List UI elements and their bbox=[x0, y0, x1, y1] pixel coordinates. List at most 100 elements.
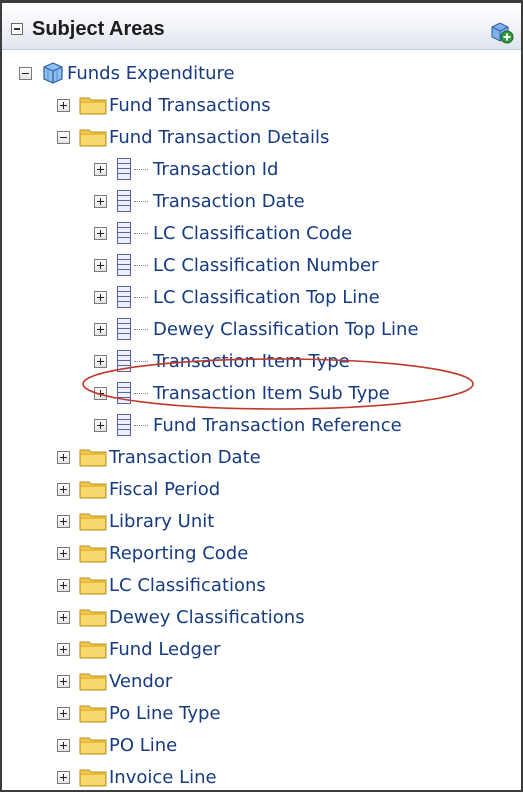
folder-icon bbox=[79, 97, 107, 115]
tree-item-label: Reporting Code bbox=[109, 542, 249, 564]
tree-connector bbox=[134, 264, 148, 266]
expand-toggle-icon[interactable] bbox=[94, 194, 107, 208]
expand-toggle-icon[interactable] bbox=[94, 322, 107, 336]
tree-folder[interactable]: Invoice Line bbox=[57, 762, 217, 792]
folder-icon bbox=[79, 641, 107, 659]
column-icon bbox=[117, 158, 131, 180]
tree-column[interactable]: Dewey Classification Top Line bbox=[94, 314, 419, 344]
column-icon bbox=[117, 382, 131, 404]
tree-item-label: Po Line Type bbox=[109, 702, 221, 724]
tree-column[interactable]: LC Classification Top Line bbox=[94, 282, 380, 312]
tree-connector bbox=[134, 168, 148, 170]
panel-title: Subject Areas bbox=[32, 18, 165, 40]
tree-item-label: Invoice Line bbox=[109, 766, 217, 788]
folder-icon bbox=[79, 129, 107, 147]
tree-folder[interactable]: Reporting Code bbox=[57, 538, 248, 568]
folder-icon bbox=[79, 513, 107, 531]
tree-folder[interactable]: PO Line bbox=[57, 730, 177, 760]
column-icon bbox=[117, 318, 131, 340]
column-icon bbox=[117, 350, 131, 372]
column-icon bbox=[117, 414, 131, 436]
expand-toggle-icon[interactable] bbox=[57, 514, 70, 528]
subject-areas-panel: Subject Areas Funds Expenditure Fund Tran… bbox=[0, 0, 523, 792]
tree-item-label: Fund Transaction Reference bbox=[153, 414, 402, 436]
tree-connector bbox=[134, 328, 148, 330]
expand-toggle-icon[interactable] bbox=[94, 418, 107, 432]
column-icon bbox=[117, 190, 131, 212]
tree-folder[interactable]: Fund Transaction Details bbox=[57, 122, 329, 152]
column-icon bbox=[117, 254, 131, 276]
expand-toggle-icon[interactable] bbox=[57, 706, 70, 720]
folder-icon bbox=[79, 705, 107, 723]
tree-folder[interactable]: Po Line Type bbox=[57, 698, 221, 728]
expand-toggle-icon[interactable] bbox=[57, 642, 70, 656]
tree-folder[interactable]: Library Unit bbox=[57, 506, 214, 536]
tree-folder[interactable]: LC Classifications bbox=[57, 570, 266, 600]
tree-item-label: LC Classification Top Line bbox=[153, 286, 380, 308]
expand-toggle-icon[interactable] bbox=[94, 290, 107, 304]
tree-item-label: Library Unit bbox=[109, 510, 215, 532]
tree-folder[interactable]: Transaction Date bbox=[57, 442, 261, 472]
tree-item-label: Transaction Date bbox=[109, 446, 261, 468]
tree-item-label: Fund Transaction Details bbox=[109, 126, 330, 148]
expand-toggle-icon[interactable] bbox=[57, 610, 70, 624]
expand-toggle-icon[interactable] bbox=[57, 578, 70, 592]
expand-toggle-icon[interactable] bbox=[57, 770, 70, 784]
tree-folder[interactable]: Fiscal Period bbox=[57, 474, 220, 504]
tree-column[interactable]: Transaction Item Type bbox=[94, 346, 350, 376]
tree-connector bbox=[134, 392, 148, 394]
expand-toggle-icon[interactable] bbox=[94, 386, 107, 400]
tree-column[interactable]: LC Classification Code bbox=[94, 218, 352, 248]
tree-column[interactable]: Transaction Date bbox=[94, 186, 305, 216]
folder-icon bbox=[79, 673, 107, 691]
cube-icon bbox=[43, 62, 63, 84]
tree-connector bbox=[134, 424, 148, 426]
collapse-toggle-icon[interactable] bbox=[57, 130, 70, 144]
tree-item-label: Transaction Id bbox=[153, 158, 279, 180]
column-icon bbox=[117, 286, 131, 308]
folder-icon bbox=[79, 769, 107, 787]
tree-folder[interactable]: Fund Transactions bbox=[57, 90, 271, 120]
tree-column[interactable]: Fund Transaction Reference bbox=[94, 410, 402, 440]
tree-item-label: Dewey Classifications bbox=[109, 606, 305, 628]
expand-toggle-icon[interactable] bbox=[57, 738, 70, 752]
tree-item-label: Funds Expenditure bbox=[67, 62, 235, 84]
expand-toggle-icon[interactable] bbox=[57, 674, 70, 688]
folder-icon bbox=[79, 481, 107, 499]
folder-icon bbox=[79, 545, 107, 563]
tree-item-label: LC Classifications bbox=[109, 574, 266, 596]
tree-item-label: LC Classification Code bbox=[153, 222, 353, 244]
tree-item-label: Fund Transactions bbox=[109, 94, 271, 116]
tree-connector bbox=[134, 296, 148, 298]
tree-root-funds-expenditure[interactable]: Funds Expenditure bbox=[19, 58, 235, 88]
tree-item-label: Transaction Item Type bbox=[153, 350, 350, 372]
tree-folder[interactable]: Fund Ledger bbox=[57, 634, 220, 664]
expand-toggle-icon[interactable] bbox=[94, 226, 107, 240]
expand-toggle-icon[interactable] bbox=[94, 162, 107, 176]
tree-column[interactable]: Transaction Id bbox=[94, 154, 278, 184]
panel-collapse-icon[interactable] bbox=[11, 23, 23, 35]
expand-toggle-icon[interactable] bbox=[57, 546, 70, 560]
expand-toggle-icon[interactable] bbox=[57, 98, 70, 112]
add-subject-area-icon[interactable] bbox=[488, 20, 514, 44]
tree-folder[interactable]: Dewey Classifications bbox=[57, 602, 305, 632]
expand-toggle-icon[interactable] bbox=[94, 354, 107, 368]
tree-connector bbox=[134, 360, 148, 362]
tree-folder[interactable]: Vendor bbox=[57, 666, 172, 696]
tree-item-label: PO Line bbox=[109, 734, 178, 756]
tree-item-label: LC Classification Number bbox=[153, 254, 379, 276]
tree-item-label: Dewey Classification Top Line bbox=[153, 318, 419, 340]
folder-icon bbox=[79, 737, 107, 755]
tree-item-label: Vendor bbox=[109, 670, 173, 692]
tree-column[interactable]: Transaction Item Sub Type bbox=[94, 378, 390, 408]
tree-column[interactable]: LC Classification Number bbox=[94, 250, 378, 280]
tree-item-label: Fiscal Period bbox=[109, 478, 221, 500]
tree-item-label: Fund Ledger bbox=[109, 638, 221, 660]
tree-item-label: Transaction Date bbox=[153, 190, 305, 212]
folder-icon bbox=[79, 609, 107, 627]
collapse-toggle-icon[interactable] bbox=[19, 66, 32, 80]
expand-toggle-icon[interactable] bbox=[94, 258, 107, 272]
expand-toggle-icon[interactable] bbox=[57, 450, 70, 464]
expand-toggle-icon[interactable] bbox=[57, 482, 70, 496]
panel-header: Subject Areas bbox=[2, 3, 521, 50]
